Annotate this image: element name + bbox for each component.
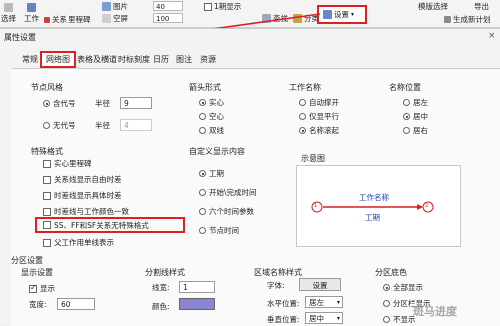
checkbox-icon[interactable] xyxy=(43,175,51,184)
display-settings-title: 显示设置 xyxy=(21,268,53,277)
radio-icon[interactable] xyxy=(199,227,206,234)
zone-show-toggle[interactable]: 显示 xyxy=(29,283,55,294)
radio-icon[interactable] xyxy=(43,122,50,129)
arrow-style-title: 箭头形式 xyxy=(189,83,221,92)
content-node-time-option[interactable]: 节点时间 xyxy=(199,225,239,236)
work-name-scroll-option[interactable]: 名称滚起 xyxy=(299,125,339,136)
radio-icon[interactable] xyxy=(199,99,206,106)
special-format-item[interactable]: 时差线与工作颜色一致 xyxy=(43,206,129,217)
font-settings-button[interactable]: 设置 xyxy=(299,278,341,291)
hpos-select[interactable]: 居左 ▾ xyxy=(305,296,343,308)
network-panel: 节点风格 含代号 半径 9 无代号 半径 4 箭头形式 实心 空心 双线 工作名… xyxy=(11,68,500,326)
node-with-code-option[interactable]: 含代号 xyxy=(43,98,76,109)
radio-icon[interactable] xyxy=(43,100,50,107)
chevron-down-icon: ▾ xyxy=(336,315,340,322)
special-format-item[interactable]: 实心里程碑 xyxy=(43,158,92,169)
tab-network[interactable]: 网络图 xyxy=(40,51,76,68)
checkbox-icon[interactable] xyxy=(29,283,37,293)
radio-icon[interactable] xyxy=(299,99,306,106)
tab-legend[interactable]: 图注 xyxy=(173,53,195,67)
node-style-title: 节点风格 xyxy=(31,83,63,92)
content-six-params-option[interactable]: 六个时间参数 xyxy=(199,206,254,217)
checkbox-icon[interactable] xyxy=(43,207,51,216)
position-center-option[interactable]: 居中 xyxy=(403,111,428,122)
vpos-select[interactable]: 居中 ▾ xyxy=(305,312,343,324)
divider-style-title: 分割线样式 xyxy=(145,268,185,277)
zone-bg-title: 分区底色 xyxy=(375,268,407,277)
bg-show-all-option[interactable]: 全部显示 xyxy=(383,282,423,293)
dialog-title: 属性设置 xyxy=(4,33,36,42)
radio-icon[interactable] xyxy=(383,284,390,291)
preview-box: 1 2 工作名称 工期 xyxy=(296,165,461,247)
radio-icon[interactable] xyxy=(299,113,306,120)
preview-node-b-label: 2 xyxy=(425,203,429,209)
bg-hide-option[interactable]: 不显示 xyxy=(383,314,416,325)
vpos-label: 垂直位置: xyxy=(267,315,300,324)
preview-title: 示意图 xyxy=(301,154,325,163)
arrow-hollow-option[interactable]: 空心 xyxy=(199,111,224,122)
zone-name-style-title: 区域名称样式 xyxy=(254,268,302,277)
chevron-down-icon: ▾ xyxy=(336,299,340,306)
line-width-input[interactable]: 1 xyxy=(179,281,215,293)
custom-content-title: 自定义显示内容 xyxy=(189,147,245,156)
name-position-title: 名称位置 xyxy=(389,83,421,92)
font-label: 字体: xyxy=(267,281,285,290)
radio-icon[interactable] xyxy=(199,208,206,215)
tab-table-bars[interactable]: 表格及横道 xyxy=(76,53,118,67)
radio-icon[interactable] xyxy=(199,170,206,177)
tab-bar: 常规 网络图 表格及横道 时标刻度 日历 图注 资源 xyxy=(0,51,500,68)
node-no-code-option[interactable]: 无代号 xyxy=(43,120,76,131)
special-format-item[interactable]: 父工作用单线表示 xyxy=(43,237,114,248)
tab-general[interactable]: 常规 xyxy=(18,53,42,67)
close-icon[interactable]: × xyxy=(488,31,496,41)
checkbox-icon[interactable] xyxy=(43,221,51,229)
position-right-option[interactable]: 居右 xyxy=(403,125,428,136)
content-start-finish-option[interactable]: 开始\完成时间 xyxy=(199,187,257,198)
hpos-label: 水平位置: xyxy=(267,299,300,308)
tab-timescale[interactable]: 时标刻度 xyxy=(117,53,151,67)
line-color-label: 颜色: xyxy=(152,302,170,311)
radio-icon[interactable] xyxy=(199,113,206,120)
special-format-item[interactable]: 时差线显示具体时差 xyxy=(43,190,122,201)
preview-diagram xyxy=(311,201,434,213)
work-name-parallel-option[interactable]: 仅显平行 xyxy=(299,111,339,122)
work-name-title: 工作名称 xyxy=(289,83,321,92)
radio-icon[interactable] xyxy=(403,127,410,134)
preview-top-text: 工作名称 xyxy=(359,193,389,202)
radio-icon[interactable] xyxy=(299,127,306,134)
watermark-logo: 斑马进度 xyxy=(413,305,457,318)
no-special-format-item[interactable]: SS、FF和SF关系无特殊格式 xyxy=(35,217,185,233)
preview-node-a-label: 1 xyxy=(314,203,318,209)
special-format-title: 特殊格式 xyxy=(31,147,63,156)
radius-label-2: 半径 xyxy=(95,121,110,130)
properties-dialog: 属性设置 × 常规 网络图 表格及横道 时标刻度 日历 图注 资源 节点风格 含… xyxy=(0,28,500,326)
arrow-solid-option[interactable]: 实心 xyxy=(199,97,224,108)
radio-icon[interactable] xyxy=(199,127,206,134)
zone-width-input[interactable]: 60 xyxy=(57,298,95,310)
checkbox-icon[interactable] xyxy=(43,238,51,247)
preview-bottom-text: 工期 xyxy=(365,213,380,222)
special-format-item[interactable]: 关系线显示自由时差 xyxy=(43,174,122,185)
radio-icon[interactable] xyxy=(383,300,390,307)
line-width-label: 线宽: xyxy=(152,283,170,292)
line-color-swatch[interactable] xyxy=(179,298,215,310)
zone-settings-title: 分区设置 xyxy=(11,256,43,265)
checkbox-icon[interactable] xyxy=(43,191,51,200)
preview-arrow-head xyxy=(417,204,423,210)
content-duration-option[interactable]: 工期 xyxy=(199,168,224,179)
radius-input-2[interactable]: 4 xyxy=(120,119,152,131)
radio-icon[interactable] xyxy=(403,99,410,106)
arrow-double-option[interactable]: 双线 xyxy=(199,125,224,136)
tab-resources[interactable]: 资源 xyxy=(196,53,220,67)
work-name-auto-option[interactable]: 自动撑开 xyxy=(299,97,339,108)
tab-calendar[interactable]: 日历 xyxy=(150,53,172,67)
zone-width-label: 宽度: xyxy=(29,300,47,309)
position-left-option[interactable]: 居左 xyxy=(403,97,428,108)
radio-icon[interactable] xyxy=(199,189,206,196)
radius-label-1: 半径 xyxy=(95,99,110,108)
radio-icon[interactable] xyxy=(403,113,410,120)
checkbox-icon[interactable] xyxy=(43,159,51,168)
radius-input-1[interactable]: 9 xyxy=(120,97,152,109)
radio-icon[interactable] xyxy=(383,316,390,323)
